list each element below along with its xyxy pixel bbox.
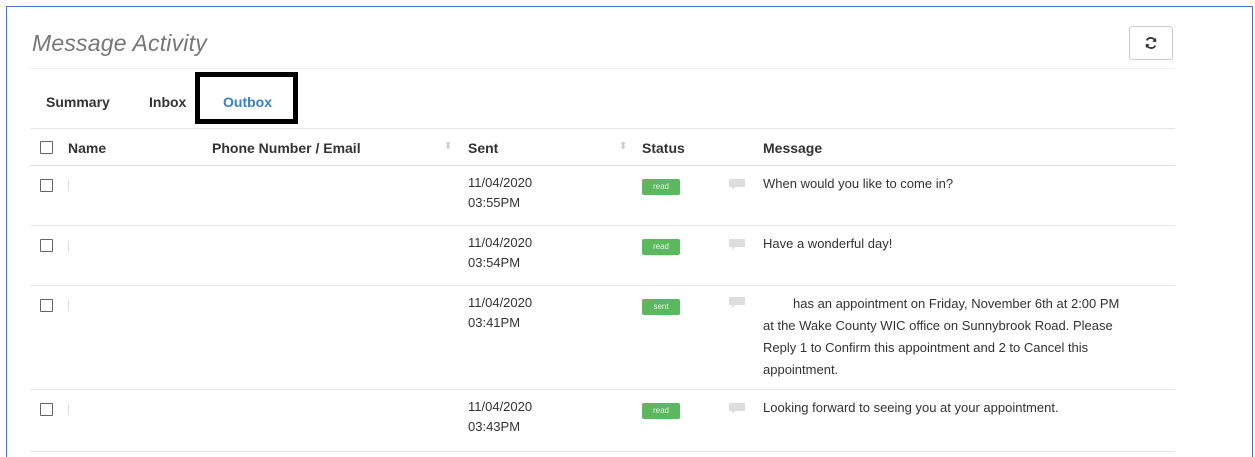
sent-time: 03:54PM [468, 255, 521, 270]
sent-date: 11/04/2020 [468, 399, 533, 414]
speech-bubble-icon[interactable] [728, 296, 746, 308]
header-name[interactable]: Name [68, 140, 106, 156]
message-text: Looking forward to seeing you at your ap… [763, 400, 1059, 415]
message-line: Reply 1 to Confirm this appointment and … [763, 340, 1089, 355]
table-header: Name Phone Number / Email ⬍ Sent ⬍ Statu… [30, 128, 1175, 166]
message-text: Have a wonderful day! [763, 236, 893, 251]
refresh-button[interactable] [1129, 26, 1173, 60]
row-checkbox[interactable] [40, 179, 53, 192]
redacted-name [68, 405, 69, 415]
row-checkbox[interactable] [40, 299, 53, 312]
panel-title: Message Activity [32, 30, 207, 56]
status-badge: read [642, 179, 680, 195]
table-row[interactable]: 11/04/2020 03:54PM read Have a wonderful… [30, 226, 1175, 286]
message-line: at the Wake County WIC office on Sunnybr… [763, 318, 1113, 333]
speech-bubble-icon[interactable] [728, 238, 746, 250]
redacted-name [68, 301, 69, 311]
header-message[interactable]: Message [763, 140, 822, 156]
refresh-icon [1145, 37, 1157, 49]
message-text: When would you like to come in? [763, 176, 954, 191]
sort-icon[interactable]: ⬍ [444, 141, 452, 152]
header-contact[interactable]: Phone Number / Email [212, 140, 361, 156]
tab-inbox[interactable]: Inbox [149, 94, 186, 110]
sent-time: 03:55PM [468, 195, 521, 210]
status-badge: read [642, 239, 680, 255]
table-row[interactable]: 11/04/2020 03:41PM sent has an appointme… [30, 286, 1175, 390]
redacted-name [68, 181, 69, 191]
row-checkbox[interactable] [40, 403, 53, 416]
header-status[interactable]: Status [642, 140, 685, 156]
sent-date: 11/04/2020 [468, 175, 533, 190]
row-checkbox[interactable] [40, 239, 53, 252]
outbox-highlight-box [195, 72, 298, 124]
message-line: has an appointment on Friday, November 6… [793, 296, 1120, 311]
sent-date: 11/04/2020 [468, 295, 533, 310]
table-row[interactable]: 11/04/2020 03:55PM read When would you l… [30, 166, 1175, 226]
sent-time: 03:43PM [468, 419, 521, 434]
table-row[interactable]: 11/04/2020 03:43PM read Looking forward … [30, 390, 1175, 452]
speech-bubble-icon[interactable] [728, 178, 746, 190]
sent-date: 11/04/2020 [468, 235, 533, 250]
tab-summary[interactable]: Summary [46, 94, 110, 110]
message-line: appointment. [763, 362, 839, 377]
status-badge: read [642, 403, 680, 419]
select-all-checkbox[interactable] [40, 141, 53, 154]
header-divider [30, 68, 1175, 69]
sort-icon[interactable]: ⬍ [619, 141, 627, 152]
speech-bubble-icon[interactable] [728, 402, 746, 414]
header-sent[interactable]: Sent [468, 140, 498, 156]
redacted-name [68, 241, 69, 251]
status-badge: sent [642, 299, 680, 315]
sent-time: 03:41PM [468, 315, 521, 330]
